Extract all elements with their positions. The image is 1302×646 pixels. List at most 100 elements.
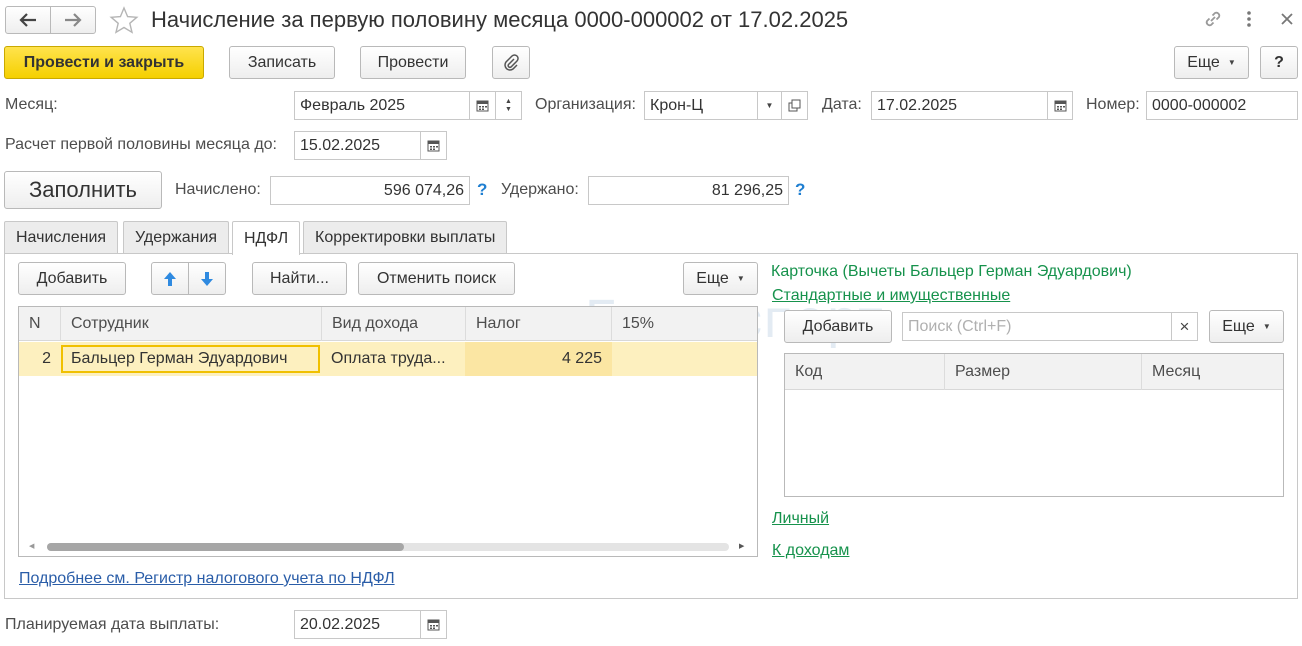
org-label: Организация: <box>535 96 636 113</box>
table-row[interactable]: 2 Бальцер Герман Эдуардович Оплата труда… <box>19 342 757 376</box>
more-label: Еще <box>1187 53 1220 71</box>
row-15pct <box>611 342 757 376</box>
accrued-help-icon[interactable]: ? <box>477 180 487 200</box>
date-calendar-button[interactable] <box>1047 91 1073 120</box>
fill-button[interactable]: Заполнить <box>4 171 162 209</box>
org-open-button[interactable] <box>781 91 808 120</box>
caret-down-icon: ▼ <box>736 274 745 283</box>
col-code[interactable]: Код <box>785 354 945 390</box>
month-label: Месяц: <box>5 96 58 113</box>
arrow-down-icon <box>201 271 213 286</box>
scrollbar-thumb[interactable] <box>47 543 404 551</box>
close-icon[interactable] <box>1279 11 1295 31</box>
date-label: Дата: <box>822 96 862 113</box>
col-tax[interactable]: Налог <box>465 307 612 341</box>
withheld-label: Удержано: <box>501 181 579 198</box>
post-button[interactable]: Провести <box>360 46 466 79</box>
caret-down-icon: ▼ <box>765 101 774 110</box>
standard-deductions-link[interactable]: Стандартные и имущественные <box>772 287 1010 305</box>
find-button[interactable]: Найти... <box>252 262 347 295</box>
arrow-left-icon <box>19 13 36 27</box>
clear-icon: × <box>1179 316 1190 336</box>
month-spin-button[interactable]: ▲ ▼ <box>495 91 522 120</box>
arrow-up-icon <box>164 271 176 286</box>
menu-dots-icon[interactable] <box>1241 9 1257 33</box>
accrued-label: Начислено: <box>175 181 261 198</box>
col-15pct[interactable]: 15% <box>611 307 757 341</box>
open-form-icon <box>788 99 801 112</box>
to-income-link[interactable]: К доходам <box>772 542 849 560</box>
more-label: Еще <box>1222 317 1255 335</box>
move-up-button[interactable] <box>151 262 189 295</box>
col-month[interactable]: Месяц <box>1141 354 1283 390</box>
post-and-close-button[interactable]: Провести и закрыть <box>4 46 204 79</box>
search-clear-button[interactable]: × <box>1171 312 1198 341</box>
row-tax: 4 225 <box>465 342 612 376</box>
card-add-button[interactable]: Добавить <box>784 310 892 343</box>
pay-date-label: Планируемая дата выплаты: <box>5 616 220 633</box>
personal-link[interactable]: Личный <box>772 510 829 528</box>
help-button[interactable]: ? <box>1260 46 1298 79</box>
tab-accruals[interactable]: Начисления <box>4 221 119 254</box>
ndfl-table: N Сотрудник Вид дохода Налог 15% 2 Бальц… <box>18 306 758 557</box>
pay-date-field[interactable]: 20.02.2025 <box>294 610 421 639</box>
cancel-search-button[interactable]: Отменить поиск <box>358 262 515 295</box>
save-button[interactable]: Записать <box>229 46 335 79</box>
accrued-field: 596 074,26 <box>270 176 470 205</box>
ndfl-table-header: N Сотрудник Вид дохода Налог 15% <box>19 307 757 341</box>
date-field[interactable]: 17.02.2025 <box>871 91 1048 120</box>
col-n[interactable]: N <box>19 307 61 341</box>
withheld-help-icon[interactable]: ? <box>795 180 805 200</box>
org-dropdown-button[interactable]: ▼ <box>757 91 782 120</box>
calendar-icon <box>1054 100 1066 112</box>
col-employee[interactable]: Сотрудник <box>60 307 322 341</box>
register-link[interactable]: Подробнее см. Регистр налогового учета п… <box>19 570 395 588</box>
scroll-right-arrow[interactable]: ▶ <box>739 542 744 550</box>
card-more-button[interactable]: Еще ▼ <box>1209 310 1284 343</box>
row-income-type: Оплата труда... <box>331 350 446 367</box>
pay-date-calendar-button[interactable] <box>420 610 447 639</box>
calendar-icon <box>476 100 489 112</box>
number-field[interactable]: 0000-000002 <box>1146 91 1298 120</box>
move-down-button[interactable] <box>188 262 226 295</box>
withheld-field: 81 296,25 <box>588 176 789 205</box>
caret-down-icon: ▼ <box>1227 58 1236 67</box>
deductions-table-header: Код Размер Месяц <box>785 354 1283 390</box>
window-title: Начисление за первую половину месяца 000… <box>151 7 849 32</box>
ndfl-more-button[interactable]: Еще ▼ <box>683 262 758 295</box>
card-search-input[interactable]: Поиск (Ctrl+F) <box>902 312 1173 341</box>
calendar-icon <box>427 619 440 631</box>
calc-until-label: Расчет первой половины месяца до: <box>5 136 277 153</box>
arrow-right-icon <box>65 13 82 27</box>
row-n: 2 <box>42 350 51 367</box>
calc-until-field[interactable]: 15.02.2025 <box>294 131 421 160</box>
card-title: Карточка (Вычеты Бальцер Герман Эдуардов… <box>771 263 1132 280</box>
caret-down-icon: ▼ <box>1262 322 1271 331</box>
forward-button[interactable] <box>50 6 96 34</box>
back-button[interactable] <box>5 6 51 34</box>
spin-down-icon: ▼ <box>505 105 512 113</box>
scroll-left-arrow[interactable]: ◀ <box>29 542 34 550</box>
number-label: Номер: <box>1086 96 1140 113</box>
horizontal-scrollbar[interactable] <box>47 543 729 551</box>
col-size[interactable]: Размер <box>944 354 1142 390</box>
more-label: Еще <box>696 269 729 287</box>
tab-deductions[interactable]: Удержания <box>123 221 230 254</box>
spin-up-icon: ▲ <box>505 97 512 105</box>
col-income-type[interactable]: Вид дохода <box>321 307 466 341</box>
more-button[interactable]: Еще ▼ <box>1174 46 1249 79</box>
ndfl-add-button[interactable]: Добавить <box>18 262 126 295</box>
deductions-table: Код Размер Месяц <box>784 353 1284 497</box>
paperclip-icon <box>504 53 519 71</box>
tab-ndfl[interactable]: НДФЛ <box>232 221 301 255</box>
org-field[interactable]: Крон-Ц <box>644 91 758 120</box>
row-employee[interactable]: Бальцер Герман Эдуардович <box>61 345 320 373</box>
month-field[interactable]: Февраль 2025 <box>294 91 470 120</box>
attach-button[interactable] <box>492 46 530 79</box>
tab-payment-corrections[interactable]: Корректировки выплаты <box>303 221 508 254</box>
calendar-icon <box>427 140 440 152</box>
month-calendar-button[interactable] <box>469 91 496 120</box>
calc-until-calendar-button[interactable] <box>420 131 447 160</box>
link-icon[interactable] <box>1203 9 1223 33</box>
favorite-star-icon[interactable] <box>109 6 139 38</box>
